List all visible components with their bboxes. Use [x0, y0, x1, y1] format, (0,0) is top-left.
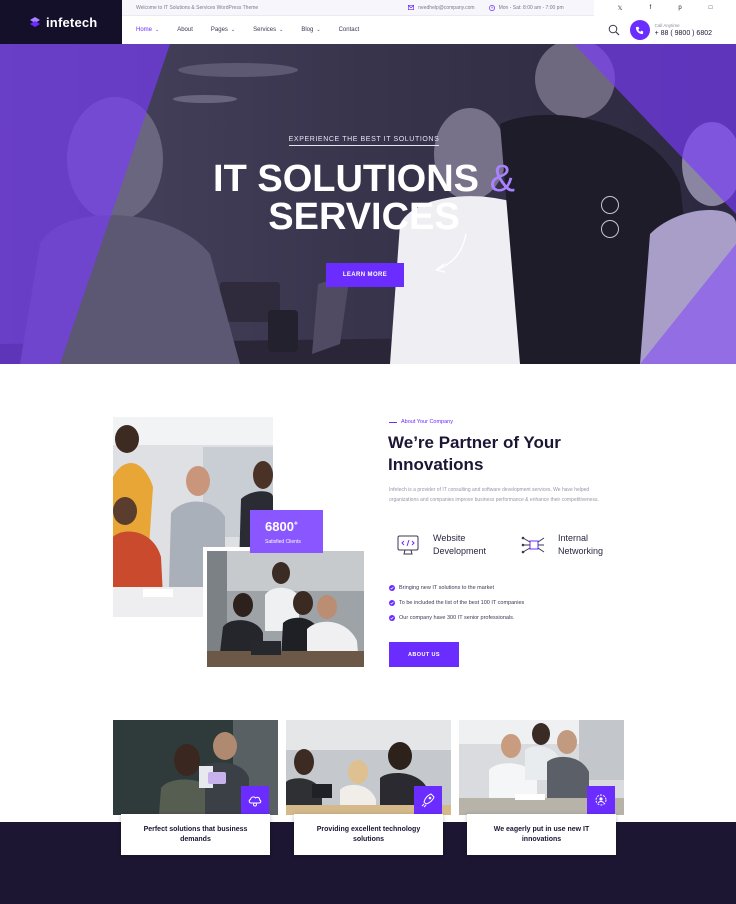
gear-user-icon — [587, 786, 615, 814]
instagram-icon[interactable]: □ — [709, 5, 713, 11]
stat-label: Satisfied Clients — [265, 539, 301, 545]
chevron-down-icon: ⌄ — [230, 27, 236, 33]
stat-value: 6800+ — [265, 519, 323, 534]
check-text: Bringing new IT solutions to the market — [399, 584, 494, 591]
rocket-icon — [414, 786, 442, 814]
topbar-email[interactable]: needhelp@company.com — [408, 4, 475, 11]
feature-label: Website Development — [433, 533, 487, 556]
check-icon — [389, 599, 395, 606]
about-eyebrow: About Your Company — [389, 419, 453, 425]
check-item: Our company have 300 IT senior professio… — [389, 610, 524, 625]
hero-eyebrow-text: EXPERIENCE THE BEST IT SOLUTIONS — [288, 136, 440, 146]
about-title: We’re Partner of Your Innovations — [388, 433, 561, 474]
about-description: Infetech is a provider of IT consulting … — [389, 487, 599, 503]
feature-website-development: Website Development — [395, 532, 497, 558]
check-icon — [389, 584, 395, 591]
card-caption-3[interactable]: We eagerly put in use new IT innovations — [467, 814, 616, 855]
main-nav: Home ⌄ About Pages ⌄ Services ⌄ Blog ⌄ Conta… — [122, 16, 736, 44]
clock-icon — [488, 4, 495, 11]
card-caption-1[interactable]: Perfect solutions that business demands — [121, 814, 270, 855]
call-label: Call Anytime — [654, 23, 680, 28]
logo[interactable]: infetech — [0, 0, 122, 44]
nav-item-contact[interactable]: Contact — [339, 27, 360, 33]
cloud-settings-icon — [241, 786, 269, 814]
top-bar: Welcome to IT Solutions & Services WordP… — [122, 0, 736, 16]
eyebrow-line — [389, 421, 397, 423]
nav-label: Pages — [210, 27, 228, 33]
feature-internal-networking: Internal Networking — [520, 532, 616, 558]
nav-item-about[interactable]: About — [177, 27, 193, 33]
check-text: Our company have 300 IT senior professio… — [399, 614, 515, 621]
about-eyebrow-text: About Your Company — [401, 419, 453, 425]
stat-number: 6800 — [265, 519, 294, 534]
call-anytime[interactable]: Call Anytime + 88 ( 9800 ) 6802 — [629, 20, 712, 40]
check-icon — [389, 614, 395, 621]
chevron-down-icon: ⌄ — [155, 27, 160, 33]
learn-more-button[interactable]: LEARN MORE — [326, 263, 404, 287]
nav-item-pages[interactable]: Pages ⌄ — [211, 27, 235, 33]
call-number: + 88 ( 9800 ) 6802 — [654, 30, 712, 37]
hero-title-line2: SERVICES — [268, 196, 460, 238]
mail-icon — [408, 5, 415, 10]
nav-label: Services — [253, 27, 277, 33]
phone-icon — [629, 20, 650, 40]
search-icon[interactable] — [608, 24, 620, 36]
chevron-down-icon: ⌄ — [279, 27, 284, 33]
about-checklist: Bringing new IT solutions to the market … — [389, 580, 524, 625]
card-caption-2[interactable]: Providing excellent technology solutions — [294, 814, 443, 855]
email-text: needhelp@company.com — [418, 4, 475, 11]
hero-banner: EXPERIENCE THE BEST IT SOLUTIONS IT SOLU… — [0, 44, 736, 364]
hours-text: Mon - Sat: 8:00 am - 7:00 pm — [498, 4, 564, 11]
check-item: To be included the list of the best 100 … — [389, 595, 524, 610]
logo-text: infetech — [46, 14, 98, 30]
hero-title: IT SOLUTIONS & SERVICES — [0, 160, 728, 236]
about-image-meeting — [203, 547, 364, 667]
website-development-icon — [397, 535, 419, 555]
nav-item-home[interactable]: Home ⌄ — [136, 27, 159, 33]
stat-suffix: + — [293, 520, 299, 528]
logo-mark-icon — [30, 17, 40, 27]
hero-title-amp: & — [489, 158, 515, 200]
nav-label: Blog — [301, 27, 314, 33]
pinterest-icon[interactable]: p — [678, 5, 681, 11]
hero-eyebrow: EXPERIENCE THE BEST IT SOLUTIONS — [0, 136, 728, 146]
page: infetech Welcome to IT Solutions & Servi… — [0, 0, 736, 904]
twitter-icon[interactable]: 𝕏 — [618, 5, 623, 12]
topbar-hours: Mon - Sat: 8:00 am - 7:00 pm — [488, 4, 564, 11]
feature-label: Internal Networking — [558, 533, 604, 556]
nav-item-services[interactable]: Services ⌄ — [253, 27, 283, 33]
hero-title-line1: IT SOLUTIONS — [213, 158, 480, 200]
nav-label: Contact — [338, 27, 360, 33]
chevron-down-icon: ⌄ — [316, 27, 321, 33]
social-links: 𝕏 f p □ — [594, 0, 736, 16]
nav-item-blog[interactable]: Blog ⌄ — [301, 27, 320, 33]
check-text: To be included the list of the best 100 … — [399, 599, 525, 606]
about-us-button[interactable]: ABOUT US — [389, 642, 459, 667]
facebook-icon[interactable]: f — [650, 5, 652, 11]
nav-label: Home — [136, 27, 153, 33]
welcome-text: Welcome to IT Solutions & Services WordP… — [136, 4, 259, 11]
nav-label: About — [177, 27, 193, 33]
check-item: Bringing new IT solutions to the market — [389, 580, 524, 595]
internal-networking-icon — [521, 536, 545, 554]
satisfied-clients-badge: 6800+ Satisfied Clients — [250, 510, 323, 553]
